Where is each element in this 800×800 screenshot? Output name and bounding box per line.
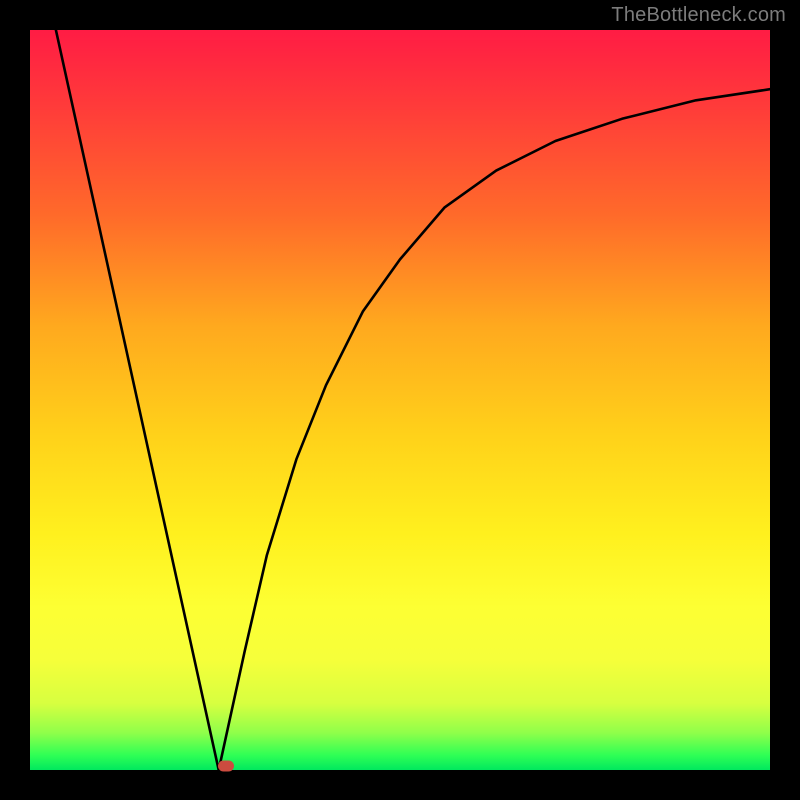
chart-frame: TheBottleneck.com — [0, 0, 800, 800]
watermark-text: TheBottleneck.com — [611, 4, 786, 27]
optimal-point-marker — [218, 761, 234, 772]
plot-area — [30, 30, 770, 770]
bottleneck-curve — [30, 30, 770, 770]
